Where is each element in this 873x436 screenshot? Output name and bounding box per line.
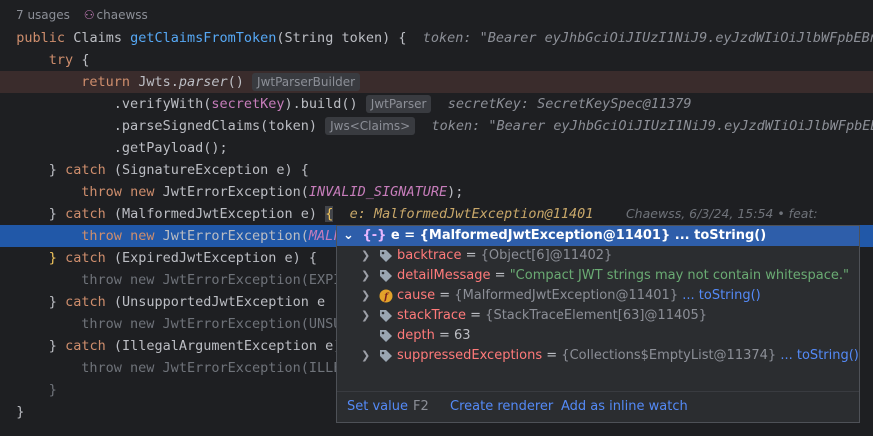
code-line-3[interactable]: return Jwts.parser() JwtParserBuilder	[0, 71, 873, 93]
popup-header[interactable]: ⌄ {-} e = {MalformedJwtException@11401} …	[337, 226, 859, 246]
field-tag-icon	[380, 310, 392, 322]
author-name: chaewss	[96, 8, 148, 22]
code-line-4[interactable]: .verifyWith(secretKey).build() JwtParser…	[0, 93, 873, 115]
debugger-value-popup[interactable]: ⌄ {-} e = {MalformedJwtException@11401} …	[336, 225, 860, 423]
code-line-9[interactable]: } catch (MalformedJwtException e) { e: M…	[0, 203, 873, 225]
to-string-link: ... toString()	[780, 348, 859, 363]
type-hint: Jws<Claims>	[325, 117, 416, 135]
field-row-detailMessage[interactable]: ❯ detailMessage = "Compact JWT strings m…	[337, 266, 859, 286]
matching-brace: {	[325, 206, 334, 222]
add-inline-watch-link[interactable]: Add as inline watch	[561, 392, 688, 422]
popup-footer: Set value F2 Create renderer Add as inli…	[337, 391, 859, 422]
field-row-cause[interactable]: ❯ f cause = {MalformedJwtException@11401…	[337, 286, 859, 306]
variable-value: {MalformedJwtException@11401}	[419, 228, 671, 243]
field-row-suppressedExceptions[interactable]: ❯ suppressedExceptions = {Collections$Em…	[337, 346, 859, 366]
field-row-stackTrace[interactable]: ❯ stackTrace = {StackTraceElement[63]@11…	[337, 306, 859, 326]
code-line-6[interactable]: .getPayload();	[0, 137, 873, 159]
to-string-link[interactable]: ... toString()	[670, 228, 766, 243]
create-renderer-link[interactable]: Create renderer	[450, 392, 553, 422]
field-tag-icon	[380, 250, 392, 262]
object-icon: {-}	[362, 228, 387, 243]
chevron-right-icon[interactable]: ❯	[361, 246, 370, 266]
variable-name: e =	[390, 228, 420, 243]
git-blame-hint: Chaewss, 6/3/24, 15:54 • feat:	[625, 206, 822, 221]
chevron-right-icon[interactable]: ❯	[361, 266, 370, 286]
shortcut-hint: F2	[413, 399, 429, 414]
usages-hint[interactable]: 7 usages ⚇ chaewss	[16, 8, 148, 22]
field-tag-icon	[380, 350, 392, 362]
type-hint: JwtParser	[365, 95, 432, 113]
field-row-depth[interactable]: depth = 63	[337, 326, 859, 346]
field-tag-icon	[380, 330, 392, 342]
code-line-2[interactable]: try {	[0, 49, 873, 71]
set-value-link[interactable]: Set value	[347, 392, 408, 422]
chevron-down-icon[interactable]: ⌄	[343, 228, 354, 243]
type-hint: JwtParserBuilder	[252, 73, 361, 91]
code-line-1[interactable]: public Claims getClaimsFromToken(String …	[0, 27, 873, 49]
chevron-right-icon[interactable]: ❯	[361, 346, 370, 366]
code-line-5[interactable]: .parseSignedClaims(token) Jws<Claims> to…	[0, 115, 873, 137]
author-icon: ⚇	[83, 8, 95, 22]
chevron-right-icon[interactable]: ❯	[361, 286, 370, 306]
code-line-7[interactable]: } catch (SignatureException e) {	[0, 159, 873, 181]
chevron-right-icon[interactable]: ❯	[361, 306, 370, 326]
usages-count[interactable]: 7 usages	[16, 8, 70, 22]
to-string-link: ... toString()	[682, 288, 761, 303]
code-line-8[interactable]: throw new JwtErrorException(INVALID_SIGN…	[0, 181, 873, 203]
recursive-reference-icon: f	[379, 289, 393, 303]
field-row-backtrace[interactable]: ❯ backtrace = {Object[6]@11402}	[337, 246, 859, 266]
field-tag-icon	[380, 270, 392, 282]
